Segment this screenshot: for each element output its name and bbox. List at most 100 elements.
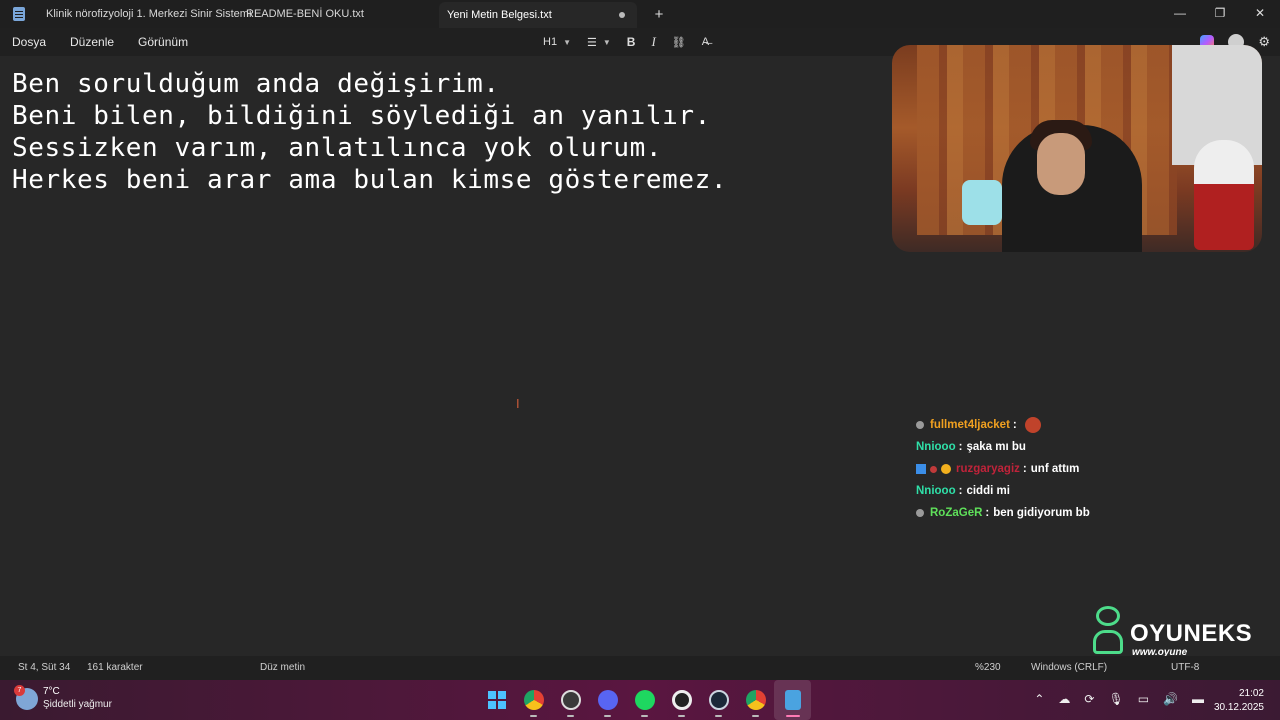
bold-button[interactable]: B	[627, 35, 636, 49]
status-bar: St 4, Süt 34 161 karakter Düz metin %230…	[0, 656, 1280, 680]
chat-separator: :	[1022, 463, 1027, 475]
obs-icon	[560, 690, 581, 710]
chat-text: şaka mı bu	[966, 441, 1026, 453]
chat-username: RoZaGeR	[930, 507, 983, 519]
heading-dropdown[interactable]: H1 ▼	[543, 36, 571, 48]
chrome-icon	[745, 690, 766, 710]
steam-icon	[708, 690, 729, 710]
notepad-icon	[784, 690, 801, 710]
streamer-face	[1037, 133, 1085, 195]
chrome-button[interactable]	[515, 680, 552, 720]
chat-separator: :	[985, 507, 990, 519]
obs-button[interactable]	[552, 680, 589, 720]
chat-username: Nniooo	[916, 441, 956, 453]
spotify-button[interactable]	[626, 680, 663, 720]
chevron-up-icon[interactable]: ⌃	[1034, 692, 1044, 706]
badge-icon	[930, 465, 937, 473]
editor-line: Sessizken varım, anlatılınca yok olurum.	[12, 133, 663, 163]
chat-overlay: fullmet4ljacket : Nniooo : şaka mı bu ru…	[916, 414, 1266, 524]
chrome-profile-button[interactable]	[737, 680, 774, 720]
chrome-icon	[523, 690, 544, 710]
taskbar-apps	[478, 680, 811, 720]
steam-button[interactable]	[700, 680, 737, 720]
tab-label: Klinik nörofizyoloji 1. Merkezi Sinir Si…	[46, 8, 252, 20]
cursor-position[interactable]: St 4, Süt 34	[18, 662, 70, 673]
maximize-button[interactable]: ❐	[1200, 0, 1240, 28]
editor-line: Ben sorulduğum anda değişirim.	[12, 69, 500, 99]
menu-view[interactable]: Görünüm	[138, 35, 188, 49]
link-icon[interactable]: ⛓	[672, 36, 686, 49]
chat-message: RoZaGeR : ben gidiyorum bb	[916, 502, 1266, 524]
italic-button[interactable]: I	[651, 34, 655, 50]
spotify-icon	[634, 690, 655, 710]
text-format[interactable]: Düz metin	[260, 662, 305, 673]
santa-figure-image	[1194, 140, 1254, 250]
chevron-down-icon: ▼	[602, 37, 611, 47]
start-button[interactable]	[478, 680, 515, 720]
editor-line: Beni bilen, bildiğini söylediği an yanıl…	[12, 101, 711, 131]
minimize-button[interactable]: —	[1160, 0, 1200, 28]
tab-yeni-metin[interactable]: Yeni Metin Belgesi.txt	[439, 2, 637, 28]
chat-message: ruzgaryagiz : unf attım	[916, 458, 1266, 480]
new-tab-button[interactable]: +	[649, 6, 669, 23]
microphone-icon[interactable]: 🎙	[1108, 692, 1123, 706]
chat-message: Nniooo : ciddi mi	[916, 480, 1266, 502]
chevron-down-icon: ▼	[563, 37, 571, 47]
chat-username: ruzgaryagiz	[956, 463, 1020, 475]
chat-separator: :	[1012, 419, 1017, 431]
system-tray: ⌃ ☁ ⟳ 🎙 ▭ 🔊 ▬	[1034, 692, 1204, 706]
notepad-button[interactable]	[774, 680, 811, 720]
chat-text: unf attım	[1030, 463, 1080, 475]
zoom-level[interactable]: %230	[975, 662, 1001, 673]
close-button[interactable]: ✕	[1240, 0, 1280, 28]
chat-separator: :	[958, 485, 963, 497]
menu-file[interactable]: Dosya	[12, 35, 46, 49]
unsaved-dot-icon[interactable]	[619, 12, 625, 18]
editor-area[interactable]: Ben sorulduğum anda değişirim. Beni bile…	[12, 68, 727, 196]
weather-temp: 7°C	[43, 686, 60, 697]
tab-label: README-BENİ OKU.txt	[246, 8, 364, 20]
discord-icon	[597, 690, 618, 710]
clear-format-icon[interactable]: A̶	[702, 36, 709, 48]
window-controls: — ❐ ✕	[1160, 0, 1280, 28]
text-cursor-icon: I	[516, 396, 520, 411]
weather-icon: 7	[14, 685, 38, 710]
discord-button[interactable]	[589, 680, 626, 720]
heading-label: H1	[543, 36, 558, 48]
clock-date: 30.12.2025	[1213, 702, 1264, 713]
tab-label: Yeni Metin Belgesi.txt	[447, 9, 552, 21]
char-count: 161 karakter	[87, 662, 143, 673]
chat-message: fullmet4ljacket :	[916, 414, 1266, 436]
menu-edit[interactable]: Düzenle	[70, 35, 114, 49]
emote-icon	[1024, 417, 1041, 433]
weather-widget[interactable]: 7 7°C Şiddetli yağmur	[14, 685, 112, 712]
logo-name: OYUNEKS	[1130, 620, 1253, 647]
list-dropdown[interactable]: ☰ ▼	[587, 36, 611, 49]
line-ending[interactable]: Windows (CRLF)	[1031, 662, 1107, 673]
weather-desc: Şiddetli yağmur	[43, 699, 112, 710]
clock[interactable]: 21:02 30.12.2025	[1214, 687, 1264, 715]
verified-badge-icon	[916, 464, 926, 474]
volume-icon[interactable]: 🔊	[1163, 692, 1178, 706]
list-icon: ☰	[586, 36, 597, 49]
taskbar: 7 7°C Şiddetli yağmur ⌃ ☁ ⟳ 🎙 ▭ 🔊 ▬ 21:0…	[0, 680, 1280, 720]
display-icon[interactable]: ▭	[1138, 692, 1149, 706]
tab-klinik[interactable]: Klinik nörofizyoloji 1. Merkezi Sinir Si…	[46, 0, 251, 28]
clock-time: 21:02	[1238, 688, 1264, 699]
tab-readme[interactable]: README-BENİ OKU.txt	[246, 0, 439, 28]
encoding[interactable]: UTF-8	[1171, 662, 1199, 673]
warning-badge-icon	[941, 464, 951, 474]
cloud-icon[interactable]: ☁	[1058, 692, 1070, 706]
sync-icon[interactable]: ⟳	[1084, 692, 1094, 706]
lamp-image	[962, 180, 1002, 225]
notification-badge: 7	[14, 685, 25, 696]
mascot-icon	[1090, 604, 1126, 656]
windows-icon	[487, 691, 506, 709]
notepad-icon	[13, 7, 25, 21]
steelseries-button[interactable]	[663, 680, 700, 720]
editor-line: Herkes beni arar ama bulan kimse göstere…	[12, 165, 728, 195]
chat-username: fullmet4ljacket	[930, 419, 1010, 431]
steelseries-icon	[671, 690, 692, 710]
battery-icon[interactable]: ▬	[1192, 692, 1204, 706]
chat-separator: :	[958, 441, 963, 453]
